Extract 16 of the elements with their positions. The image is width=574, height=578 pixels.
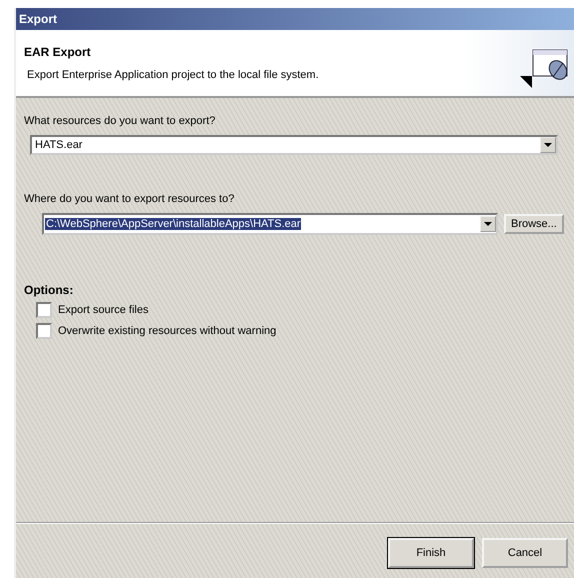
checkbox-label[interactable]: Export source files: [58, 304, 148, 316]
resource-combo[interactable]: HATS.ear: [30, 135, 558, 155]
checkbox-label[interactable]: Overwrite existing resources without warning: [58, 325, 276, 337]
checkbox[interactable]: [36, 302, 52, 318]
page-title: EAR Export: [24, 45, 92, 59]
export-window-icon: [520, 48, 568, 88]
options-heading: Options:: [24, 283, 74, 297]
destination-combo[interactable]: C:\WebSphere\AppServer\installableApps\HATS.ear: [42, 213, 498, 235]
finish-button[interactable]: Finish: [388, 538, 474, 568]
field-label: Where do you want to export resources to?: [24, 193, 236, 205]
browse-button[interactable]: Browse...: [504, 214, 564, 234]
window-title: Export: [16, 8, 574, 30]
cancel-button[interactable]: Cancel: [482, 538, 568, 568]
page-description: Export Enterprise Application project to the local file system.: [26, 69, 320, 81]
field-label: What resources do you want to export?: [24, 115, 216, 127]
checkbox[interactable]: [36, 323, 52, 339]
